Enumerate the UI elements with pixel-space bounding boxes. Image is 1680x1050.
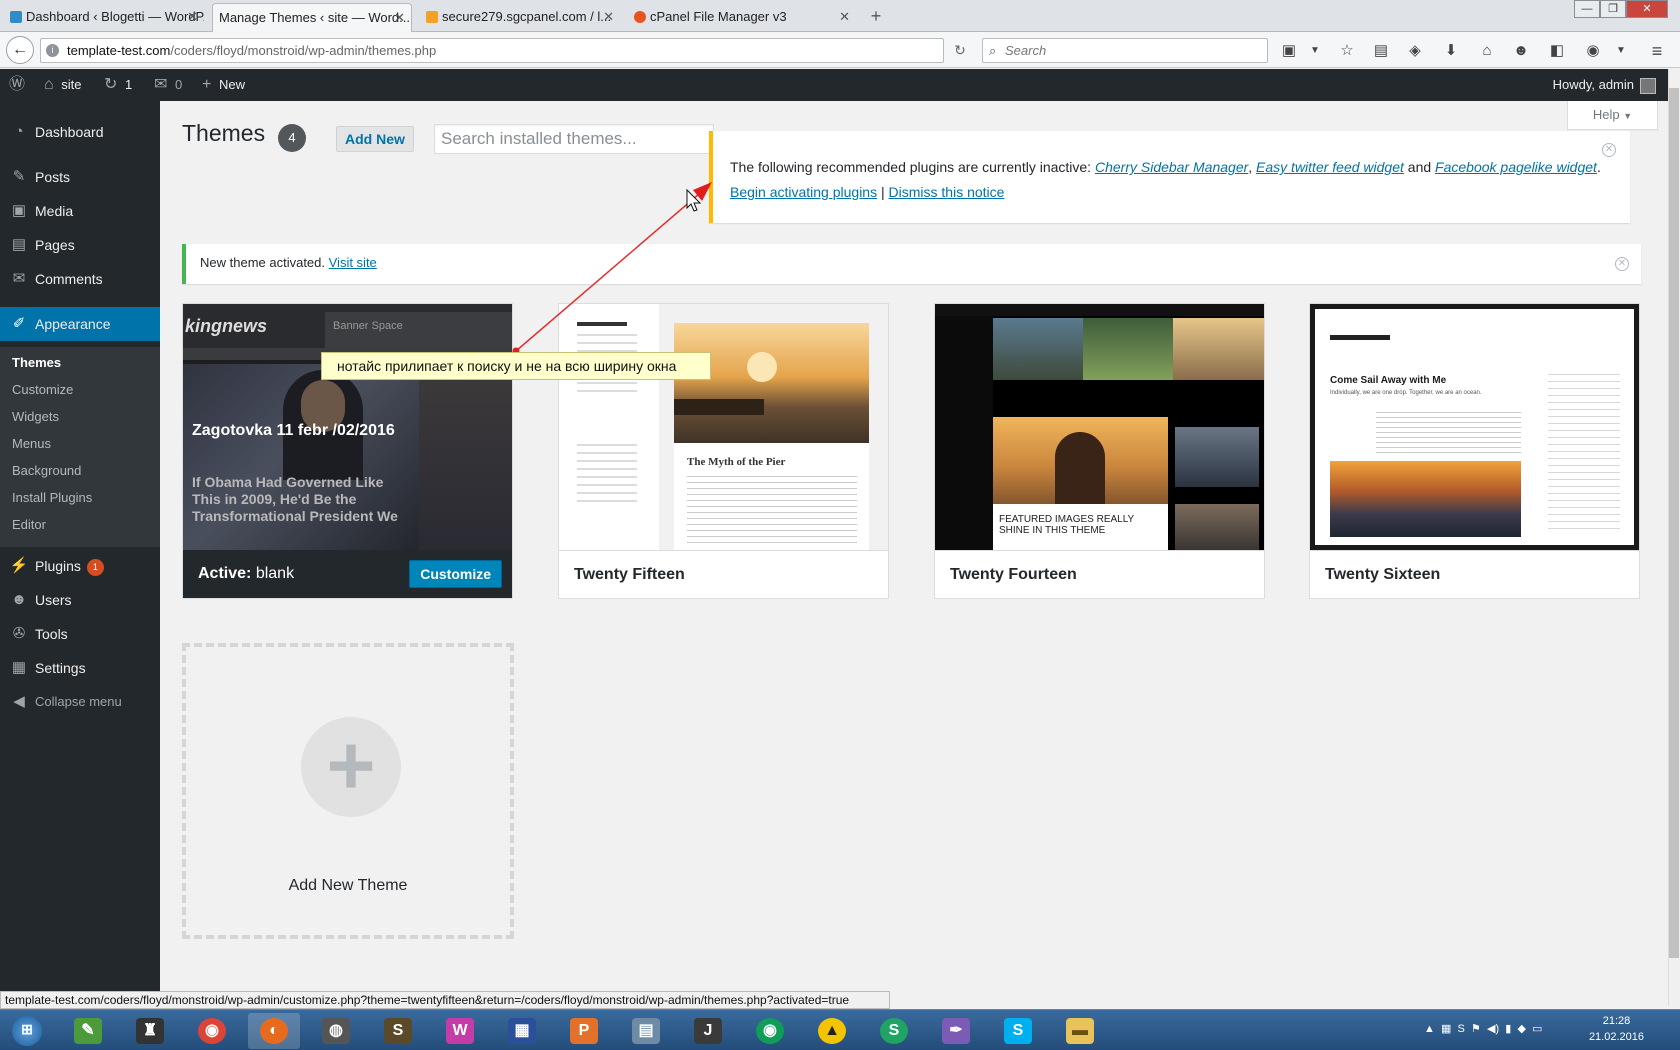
- winamp-icon: W: [446, 1018, 474, 1044]
- game-icon: ♜: [136, 1018, 164, 1044]
- taskbar-app[interactable]: P: [558, 1013, 610, 1049]
- pdf-icon: P: [570, 1018, 598, 1044]
- taskbar-app[interactable]: S: [992, 1013, 1044, 1049]
- taskbar-app[interactable]: ◍: [310, 1013, 362, 1049]
- s-app-icon: S: [880, 1018, 908, 1044]
- jetbrains-icon: J: [694, 1018, 722, 1044]
- taskbar-app[interactable]: ▲: [806, 1013, 858, 1049]
- taskbar-app[interactable]: ✒: [930, 1013, 982, 1049]
- notepad-icon: ✎: [74, 1018, 102, 1044]
- volume-icon[interactable]: ◀): [1487, 1023, 1499, 1035]
- taskbar-app[interactable]: ▬: [1054, 1013, 1106, 1049]
- save-icon: ▦: [508, 1018, 536, 1044]
- chrome-icon: ◉: [756, 1018, 784, 1044]
- network-icon[interactable]: ▮: [1505, 1023, 1511, 1035]
- taskbar-app[interactable]: ◉: [744, 1013, 796, 1049]
- annotation-callout: нотайс прилипает к поиску и не на всю ши…: [321, 352, 711, 380]
- taskbar-app[interactable]: ♜: [124, 1013, 176, 1049]
- windows-logo-icon: ⊞: [12, 1016, 42, 1046]
- flag-icon[interactable]: ▦: [1441, 1023, 1451, 1035]
- clock[interactable]: 21:28 21.02.2016: [1589, 1013, 1644, 1045]
- tray-app-icon[interactable]: ◆: [1517, 1023, 1525, 1035]
- taskbar-app[interactable]: ◉: [186, 1013, 238, 1049]
- scrollbar-thumb[interactable]: [1669, 88, 1679, 958]
- skype-icon: S: [1004, 1018, 1032, 1044]
- calculator-icon: ▤: [632, 1018, 660, 1044]
- taskbar-app-active[interactable]: ◐: [248, 1013, 300, 1049]
- status-bar-url: template-test.com/coders/floyd/monstroid…: [0, 991, 890, 1009]
- taskbar-app[interactable]: ▦: [496, 1013, 548, 1049]
- taskbar-app[interactable]: S: [372, 1013, 424, 1049]
- triangle-app-icon: ▲: [818, 1018, 846, 1044]
- skype-tray-icon[interactable]: S: [1458, 1023, 1465, 1035]
- taskbar-app[interactable]: J: [682, 1013, 734, 1049]
- start-button[interactable]: ⊞: [2, 1013, 50, 1049]
- taskbar-app[interactable]: ✎: [62, 1013, 114, 1049]
- action-center-icon[interactable]: ⚑: [1471, 1023, 1481, 1035]
- taskbar-app[interactable]: W: [434, 1013, 486, 1049]
- feather-icon: ✒: [942, 1018, 970, 1044]
- taskbar-app[interactable]: S: [868, 1013, 920, 1049]
- system-tray: ▲ ▦ S ⚑ ◀) ▮ ◆ ▭: [1424, 1022, 1542, 1035]
- tray-arrow-icon[interactable]: ▲: [1424, 1023, 1435, 1035]
- taskbar-app[interactable]: ▤: [620, 1013, 672, 1049]
- chrome-icon: ◉: [198, 1018, 226, 1044]
- keyboard-icon[interactable]: ▭: [1532, 1023, 1542, 1035]
- annotation-arrow: [512, 182, 712, 355]
- media-app-icon: ◍: [322, 1018, 350, 1044]
- firefox-icon: ◐: [260, 1018, 288, 1044]
- sublime-icon: S: [384, 1018, 412, 1044]
- windows-taskbar: ⊞ ✎ ♜ ◉ ◐ ◍ S W ▦ P ▤ J ◉ ▲ S ✒ S ▬ ▲ ▦ …: [0, 1009, 1680, 1050]
- folder-icon: ▬: [1066, 1018, 1094, 1044]
